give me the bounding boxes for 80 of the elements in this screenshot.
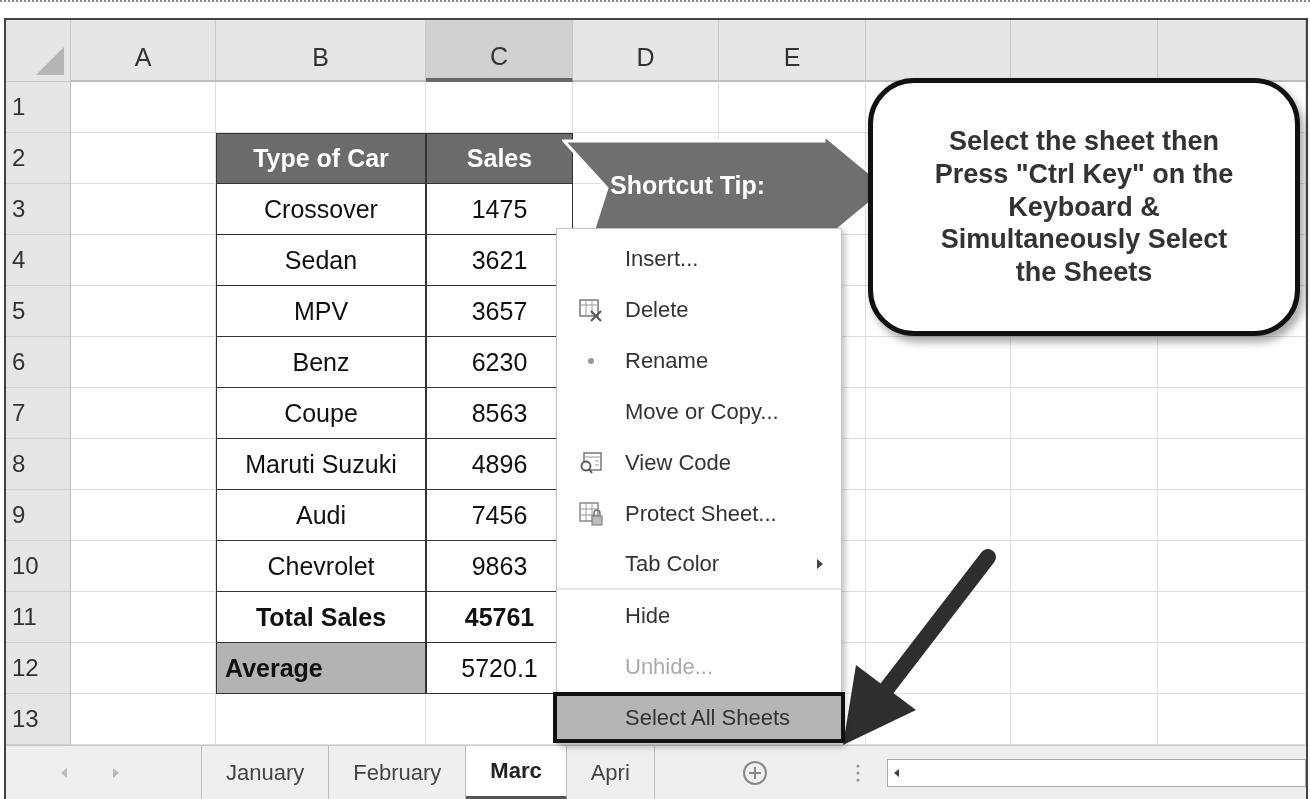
shortcut-tip-label: Shortcut Tip: xyxy=(610,171,766,200)
select-all-corner[interactable] xyxy=(6,20,71,82)
spreadsheet-cell[interactable] xyxy=(1158,592,1306,643)
spreadsheet-cell[interactable] xyxy=(71,235,216,286)
column-header[interactable]: C xyxy=(426,20,573,82)
row-header[interactable]: 13 xyxy=(6,694,71,745)
menu-item[interactable]: Tab Color xyxy=(557,539,841,590)
add-sheet-icon[interactable] xyxy=(740,759,769,787)
row-header[interactable]: 1 xyxy=(6,82,71,133)
row-header[interactable]: 3 xyxy=(6,184,71,235)
spreadsheet-cell[interactable] xyxy=(71,286,216,337)
sheet-tab[interactable]: Marc xyxy=(466,746,567,799)
row-header[interactable]: 4 xyxy=(6,235,71,286)
spreadsheet-cell[interactable] xyxy=(71,439,216,490)
spreadsheet-cell[interactable] xyxy=(866,541,1011,592)
spreadsheet-cell[interactable] xyxy=(866,592,1011,643)
row-header[interactable]: 8 xyxy=(6,439,71,490)
row-header[interactable]: 7 xyxy=(6,388,71,439)
spreadsheet-cell[interactable] xyxy=(1011,643,1158,694)
spreadsheet-cell[interactable] xyxy=(1158,490,1306,541)
spreadsheet-cell[interactable] xyxy=(866,337,1011,388)
column-header[interactable] xyxy=(866,20,1011,82)
menu-item[interactable]: Select All Sheets xyxy=(553,692,845,743)
window-magnifier-icon xyxy=(579,450,603,475)
spreadsheet-cell[interactable] xyxy=(1011,388,1158,439)
table-cell: Crossover xyxy=(216,184,426,235)
column-header[interactable]: B xyxy=(216,20,426,82)
spreadsheet-cell[interactable] xyxy=(71,592,216,643)
row-header[interactable]: 10 xyxy=(6,541,71,592)
table-delete-icon xyxy=(579,297,603,322)
spreadsheet-cell[interactable] xyxy=(1011,490,1158,541)
row-header[interactable]: 2 xyxy=(6,133,71,184)
spreadsheet-cell[interactable] xyxy=(1011,592,1158,643)
column-header[interactable] xyxy=(1158,20,1306,82)
spreadsheet-cell[interactable] xyxy=(1158,439,1306,490)
spreadsheet-cell[interactable] xyxy=(1011,439,1158,490)
table-cell: MPV xyxy=(216,286,426,337)
more-options-icon[interactable] xyxy=(854,762,861,784)
spreadsheet-cell[interactable] xyxy=(1158,541,1306,592)
sheet-tab[interactable]: January xyxy=(202,746,330,799)
dot-icon xyxy=(587,356,595,365)
table-cell: Chevrolet xyxy=(216,541,426,592)
spreadsheet-cell[interactable] xyxy=(71,541,216,592)
spreadsheet-cell[interactable] xyxy=(71,82,216,133)
table-cell: Sedan xyxy=(216,235,426,286)
spreadsheet-cell[interactable] xyxy=(71,388,216,439)
submenu-arrow-icon xyxy=(815,556,825,571)
corner-triangle-icon xyxy=(34,45,66,77)
spreadsheet-cell[interactable] xyxy=(71,337,216,388)
spreadsheet-cell[interactable] xyxy=(866,439,1011,490)
table-cell: Benz xyxy=(216,337,426,388)
spreadsheet-cell[interactable] xyxy=(1011,541,1158,592)
row-header[interactable]: 6 xyxy=(6,337,71,388)
row-header[interactable]: 9 xyxy=(6,490,71,541)
spreadsheet-cell[interactable] xyxy=(866,388,1011,439)
callout-text: Select the sheet then Press "Ctrl Key" on the Keyboard & Simultaneously Select the Sheets xyxy=(933,124,1235,290)
sheet-tab[interactable]: Apri xyxy=(566,746,655,799)
spreadsheet-cell[interactable] xyxy=(71,490,216,541)
row-header[interactable]: 12 xyxy=(6,643,71,694)
column-header[interactable]: D xyxy=(573,20,719,82)
spreadsheet-cell[interactable] xyxy=(1011,337,1158,388)
column-header[interactable]: E xyxy=(719,20,866,82)
table-cell: Maruti Suzuki xyxy=(216,439,426,490)
spreadsheet-cell[interactable] xyxy=(866,490,1011,541)
table-cell: Coupe xyxy=(216,388,426,439)
spreadsheet-cell[interactable] xyxy=(1158,388,1306,439)
table-cell: Audi xyxy=(216,490,426,541)
column-title-cell: Type of Car xyxy=(216,133,426,184)
column-header[interactable]: A xyxy=(71,20,216,82)
spreadsheet-cell[interactable] xyxy=(1158,643,1306,694)
spreadsheet-cell[interactable] xyxy=(719,82,866,133)
spreadsheet-cell[interactable] xyxy=(573,82,719,133)
horizontal-scrollbar[interactable] xyxy=(886,759,1306,787)
table-lock-icon xyxy=(579,501,603,526)
row-header[interactable]: 11 xyxy=(6,592,71,643)
row-header[interactable]: 5 xyxy=(6,286,71,337)
spreadsheet-cell[interactable] xyxy=(1158,337,1306,388)
column-title-cell: Sales xyxy=(426,133,573,184)
table-cell: Average xyxy=(216,643,426,694)
spreadsheet-cell[interactable] xyxy=(71,184,216,235)
